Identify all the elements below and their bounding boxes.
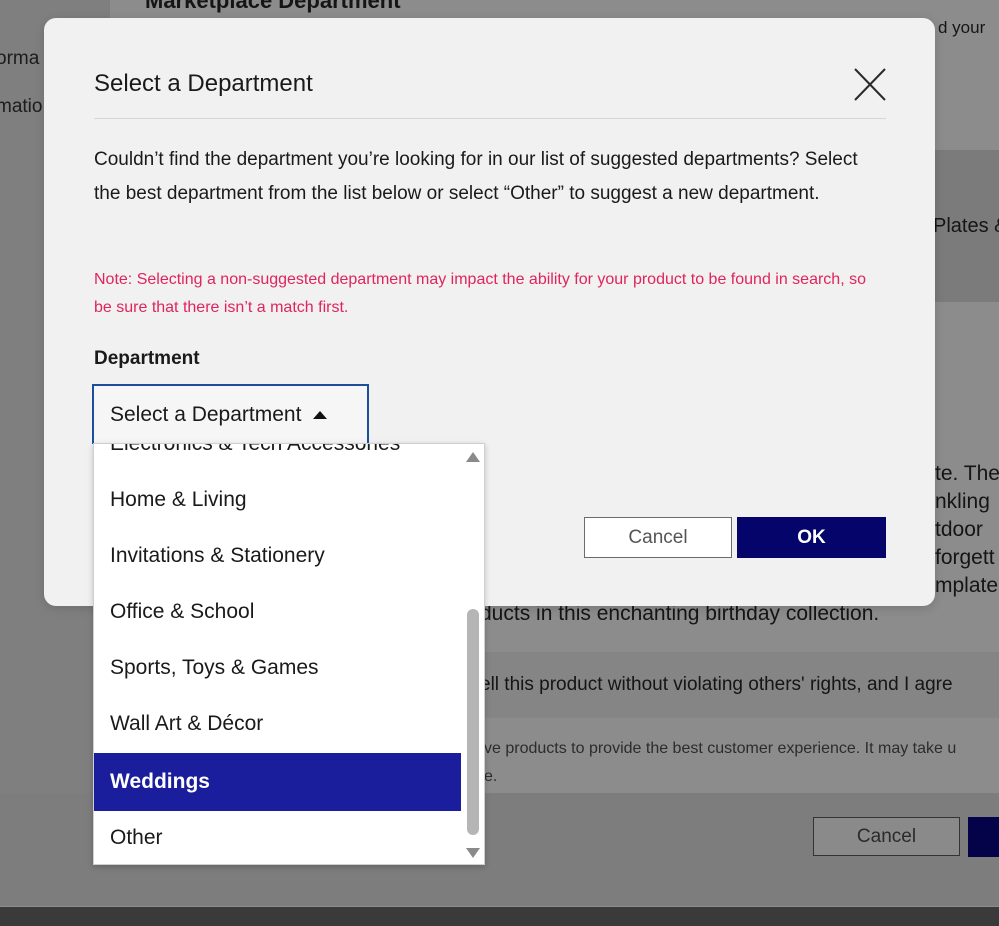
bg-desc-fragment: te. The <box>935 462 999 485</box>
dropdown-option[interactable]: Electronics & Tech Accessories <box>94 444 461 472</box>
cancel-button[interactable]: Cancel <box>584 517 732 558</box>
bg-sidebar-item: matio <box>0 96 43 117</box>
bg-primary-button <box>968 817 999 857</box>
bg-desc-fragment: nkling <box>935 490 990 513</box>
dropdown-option[interactable]: Home & Living <box>94 472 461 528</box>
bg-top-right-text: d your <box>938 18 986 37</box>
bg-review-line: ve products to provide the best customer… <box>484 740 957 757</box>
department-dropdown-list[interactable]: Electronics & Tech Accessories Home & Li… <box>93 443 485 865</box>
bg-rights-line: ell this product without violating other… <box>480 674 953 695</box>
bg-heading: Marketplace Department <box>145 0 401 13</box>
bg-bottom-bar <box>0 907 999 926</box>
bg-review-line: e. <box>484 768 498 785</box>
caret-up-icon <box>313 411 328 419</box>
scroll-up-icon[interactable] <box>466 452 480 462</box>
dropdown-option[interactable]: Invitations & Stationery <box>94 528 461 584</box>
modal-description: Couldn’t find the department you’re look… <box>94 149 858 204</box>
dropdown-option-selected[interactable]: Weddings <box>94 753 461 811</box>
bg-sidebar-item: orma <box>0 48 40 69</box>
scroll-down-icon[interactable] <box>466 848 480 858</box>
dropdown-option[interactable]: Wall Art & Décor <box>94 696 461 752</box>
department-select-value: Select a Department <box>110 403 302 426</box>
department-select[interactable]: Select a Department <box>92 384 369 444</box>
close-icon <box>854 68 886 101</box>
department-label: Department <box>94 348 200 369</box>
bg-cancel-button: Cancel <box>813 817 960 856</box>
close-button[interactable] <box>850 66 890 104</box>
bg-desc-fragment: mplate <box>935 574 999 597</box>
bg-band-text: Plates & <box>933 215 999 237</box>
dropdown-option[interactable]: Sports, Toys & Games <box>94 640 461 696</box>
modal-note: Note: Selecting a non-suggested departme… <box>94 271 866 316</box>
dropdown-option[interactable]: Office & School <box>94 584 461 640</box>
modal-divider <box>94 118 886 119</box>
scroll-thumb[interactable] <box>467 609 479 835</box>
ok-button[interactable]: OK <box>737 517 886 558</box>
modal-title: Select a Department <box>94 70 313 97</box>
bg-desc-fragment: forgett <box>935 546 995 569</box>
dropdown-option[interactable]: Other <box>94 810 461 864</box>
dropdown-scrollbar[interactable] <box>464 444 484 864</box>
bg-desc-fragment: tdoor <box>935 518 983 541</box>
